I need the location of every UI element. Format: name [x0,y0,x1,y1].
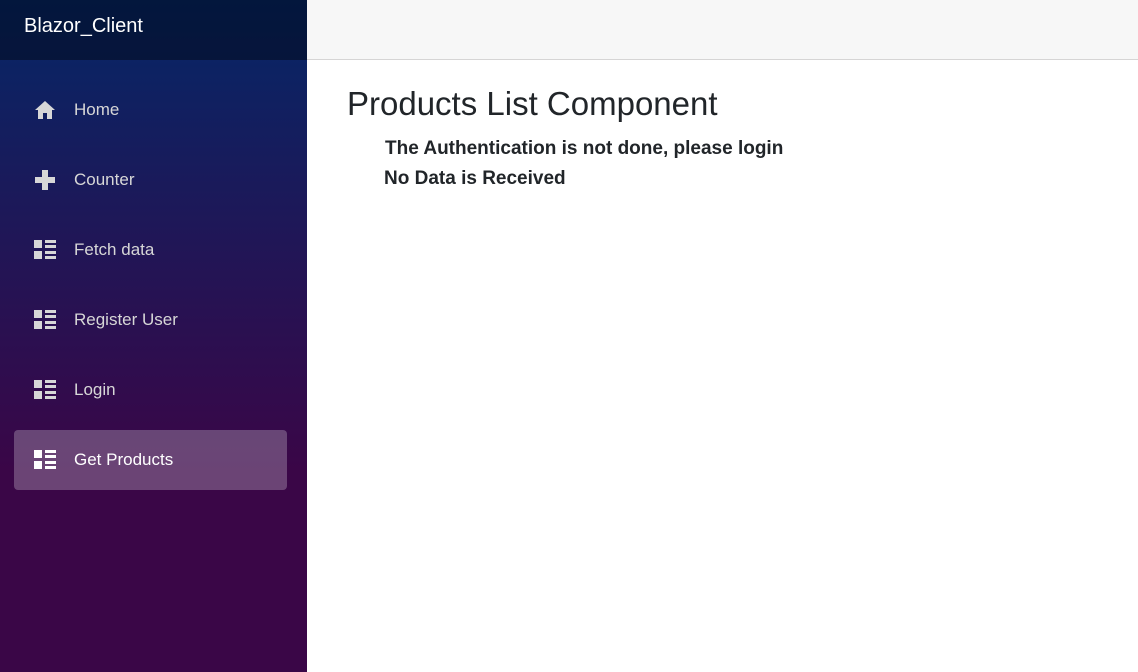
list-icon [34,450,56,470]
app-root: Blazor_Client Home Counter Fetch data Re… [0,0,1138,672]
sidebar-item-label: Register User [74,310,178,329]
no-data-message: No Data is Received [384,168,566,189]
plus-icon [34,170,56,190]
page-title: Products List Component [347,85,718,122]
sidebar-item-home[interactable]: Home [14,80,287,140]
sidebar-item-login[interactable]: Login [14,360,287,420]
sidebar: Blazor_Client Home Counter Fetch data Re… [0,0,307,672]
sidebar-item-label: Home [74,100,120,119]
top-row [307,0,1138,60]
list-icon [34,240,56,260]
sidebar-item-label: Get Products [74,450,174,469]
list-icon [34,310,56,330]
sidebar-item-label: Login [74,380,116,399]
sidebar-item-register-user[interactable]: Register User [14,290,287,350]
sidebar-item-fetch-data[interactable]: Fetch data [14,220,287,280]
sidebar-item-counter[interactable]: Counter [14,150,287,210]
sidebar-item-get-products[interactable]: Get Products [14,430,287,490]
main-content: Products List Component The Authenticati… [307,60,1138,672]
sidebar-item-label: Fetch data [74,240,155,259]
home-icon [34,100,56,120]
brand-link[interactable]: Blazor_Client [24,13,143,39]
brand-bar: Blazor_Client [0,0,307,60]
sidebar-item-label: Counter [74,170,135,189]
list-icon [34,380,56,400]
auth-message: The Authentication is not done, please l… [385,138,784,159]
